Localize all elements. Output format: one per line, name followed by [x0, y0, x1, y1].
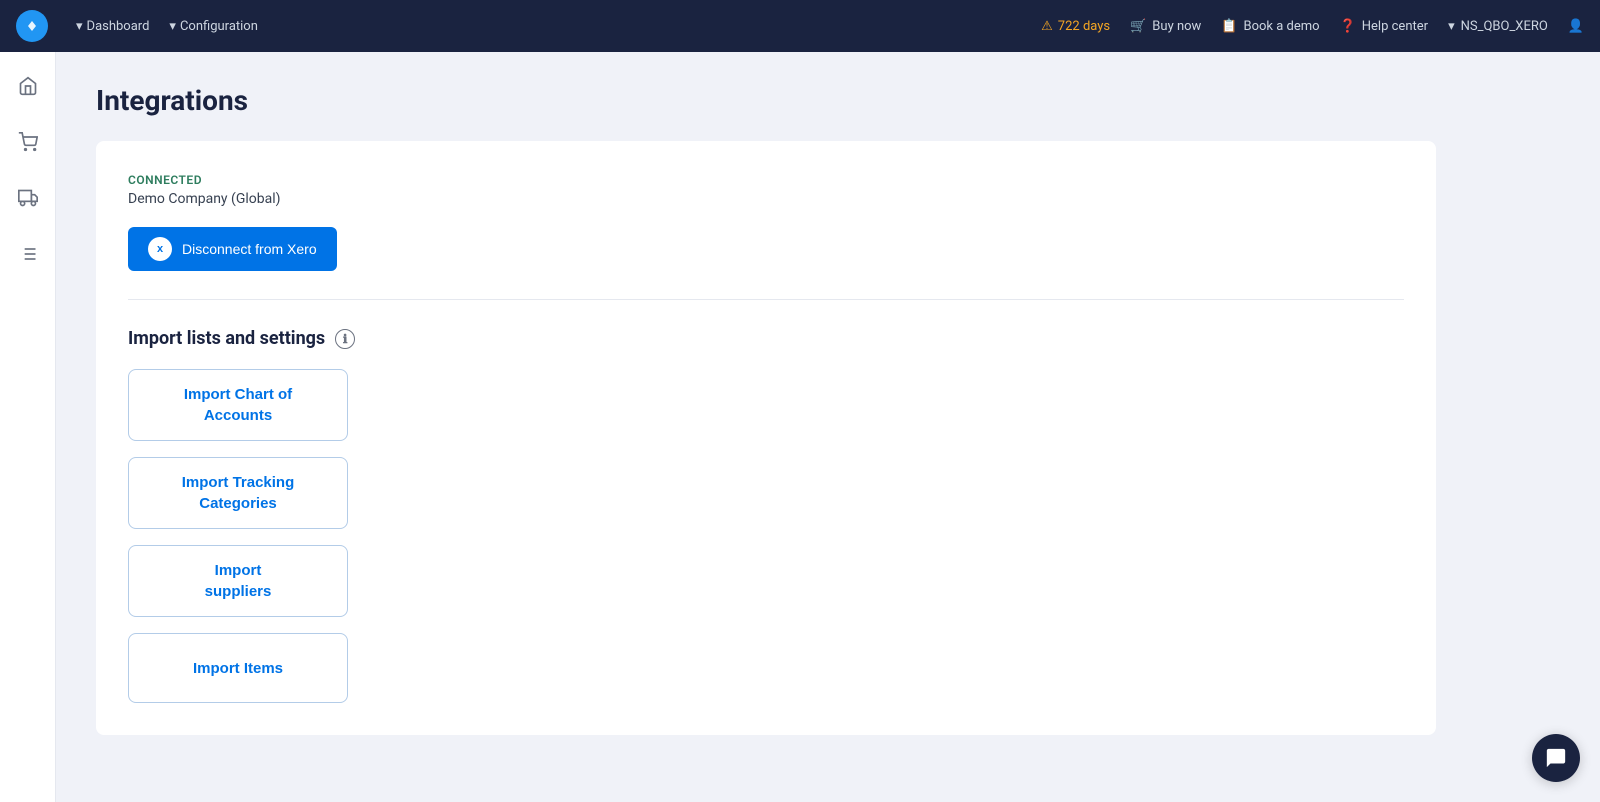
nav-dashboard[interactable]: ▾ Dashboard	[76, 19, 149, 34]
sidebar	[0, 52, 56, 802]
chevron-down-icon: ▾	[1448, 19, 1455, 34]
help-icon: ❓	[1340, 19, 1356, 34]
warning-icon: ⚠	[1041, 19, 1053, 34]
warning-days[interactable]: ⚠ 722 days	[1041, 19, 1110, 34]
import-section: Import lists and settings ℹ Import Chart…	[128, 328, 1404, 703]
sidebar-orders[interactable]	[10, 124, 46, 160]
sidebar-truck[interactable]	[10, 180, 46, 216]
app-logo[interactable]	[16, 10, 48, 42]
top-nav: ▾ Dashboard ▾ Configuration ⚠ 722 days 🛒…	[0, 0, 1600, 52]
xero-logo: x	[148, 237, 172, 261]
import-buttons-container: Import Chart ofAccounts Import TrackingC…	[128, 369, 1404, 703]
demo-icon: 📋	[1221, 19, 1237, 34]
info-icon[interactable]: ℹ	[335, 329, 355, 349]
main-content: Integrations CONNECTED Demo Company (Glo…	[56, 52, 1600, 802]
section-title: Import lists and settings ℹ	[128, 328, 1404, 349]
import-items-button[interactable]: Import Items	[128, 633, 348, 703]
import-suppliers-button[interactable]: Importsuppliers	[128, 545, 348, 617]
main-layout: Integrations CONNECTED Demo Company (Glo…	[0, 52, 1600, 802]
page-title: Integrations	[96, 84, 1560, 117]
account-menu[interactable]: ▾ NS_QBO_XERO	[1448, 19, 1548, 34]
disconnect-xero-button[interactable]: x Disconnect from Xero	[128, 227, 337, 271]
book-demo-btn[interactable]: 📋 Book a demo	[1221, 19, 1319, 34]
divider	[128, 299, 1404, 300]
user-avatar-btn[interactable]: 👤	[1568, 19, 1584, 34]
chevron-down-icon: ▾	[169, 19, 176, 34]
connected-label: CONNECTED	[128, 173, 1404, 187]
integrations-card: CONNECTED Demo Company (Global) x Discon…	[96, 141, 1436, 735]
buy-icon: 🛒	[1130, 19, 1146, 34]
nav-configuration[interactable]: ▾ Configuration	[169, 19, 258, 34]
chat-bubble-button[interactable]	[1532, 734, 1580, 782]
sidebar-list[interactable]	[10, 236, 46, 272]
connection-status: CONNECTED Demo Company (Global) x Discon…	[128, 173, 1404, 271]
user-icon: 👤	[1568, 19, 1584, 34]
sidebar-home[interactable]	[10, 68, 46, 104]
import-tracking-categories-button[interactable]: Import TrackingCategories	[128, 457, 348, 529]
help-center-btn[interactable]: ❓ Help center	[1340, 19, 1428, 34]
buy-now-btn[interactable]: 🛒 Buy now	[1130, 19, 1201, 34]
nav-right: ⚠ 722 days 🛒 Buy now 📋 Book a demo ❓ Hel…	[1041, 19, 1584, 34]
import-chart-accounts-button[interactable]: Import Chart ofAccounts	[128, 369, 348, 441]
chevron-down-icon: ▾	[76, 19, 83, 34]
company-name: Demo Company (Global)	[128, 191, 1404, 207]
